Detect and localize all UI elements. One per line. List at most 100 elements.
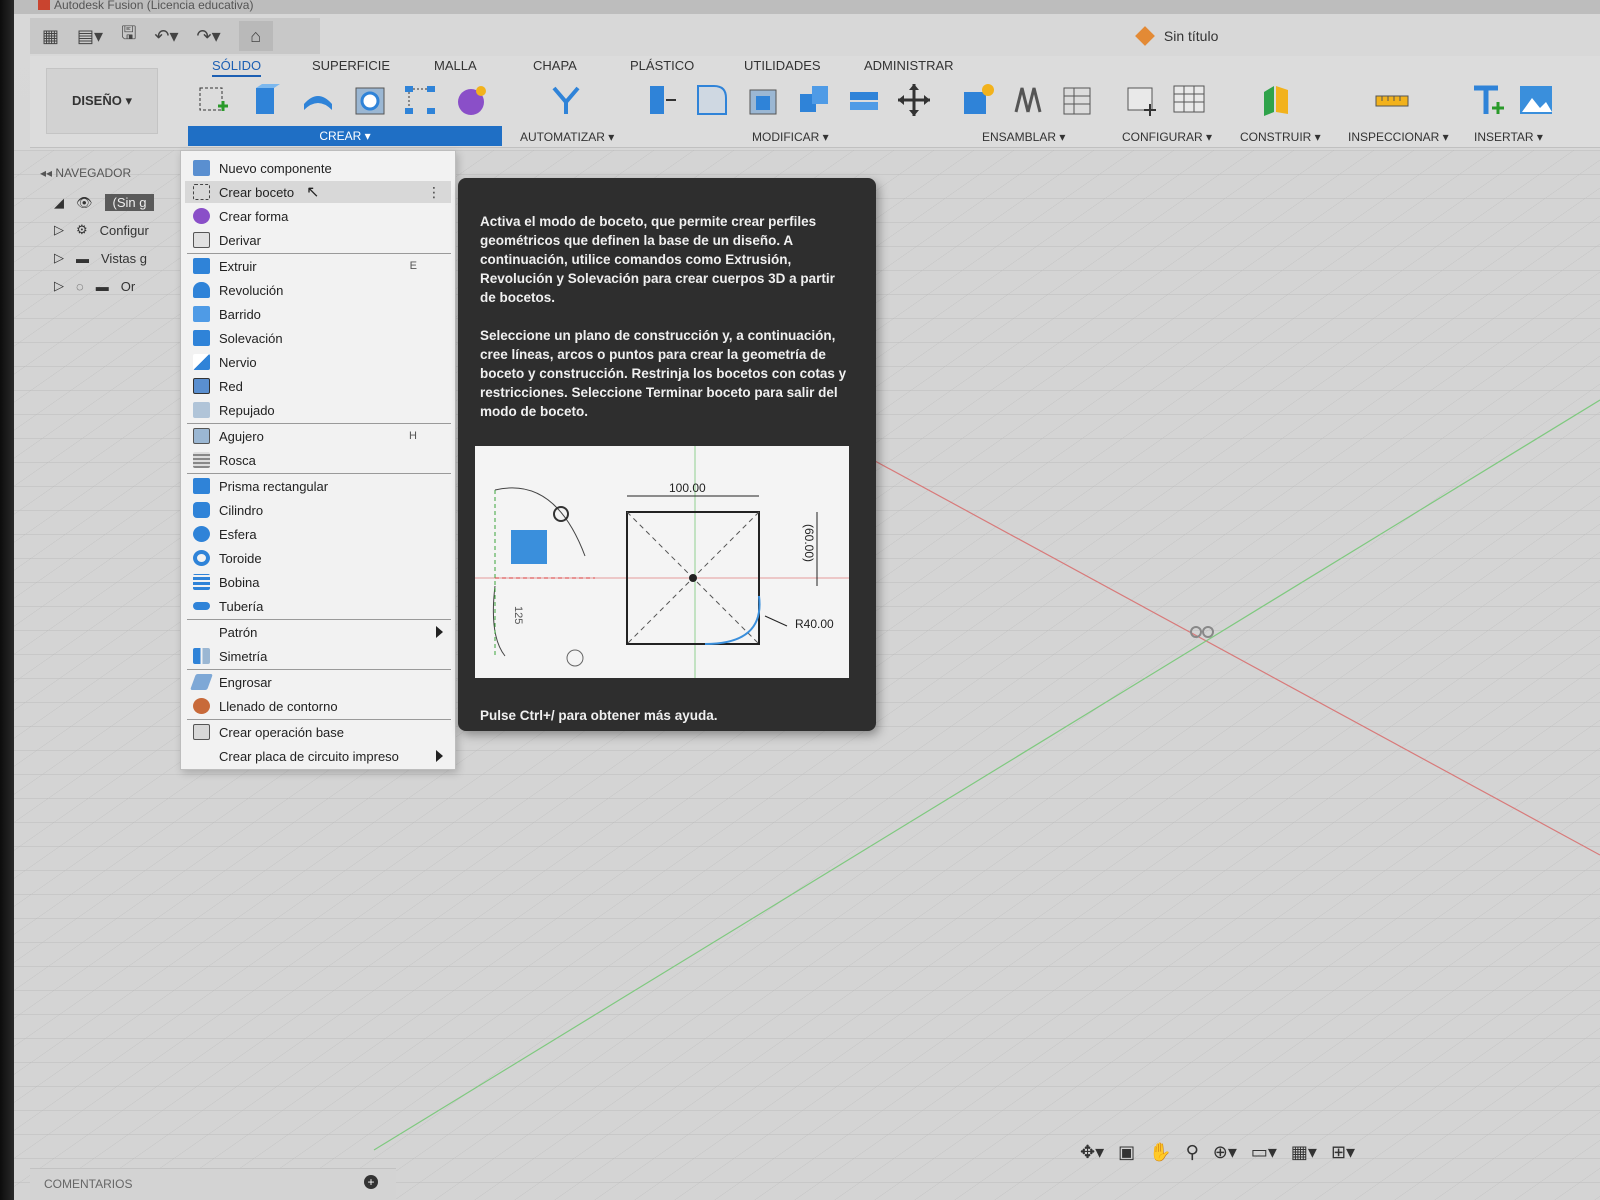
look-at-icon[interactable]: ▣ <box>1118 1142 1135 1163</box>
hidden-eye-icon[interactable]: ◌ <box>76 279 84 294</box>
collapse-icon[interactable]: ◂◂ <box>40 166 55 180</box>
tab-administrar[interactable]: ADMINISTRAR <box>864 58 954 73</box>
create-sketch-icon <box>193 184 210 200</box>
menu-item-esfera[interactable]: Esfera <box>185 523 451 545</box>
tab-plastico[interactable]: PLÁSTICO <box>630 58 694 73</box>
shell-icon[interactable] <box>746 82 782 118</box>
zoom-icon[interactable]: ⚲ <box>1186 1142 1199 1163</box>
construir-group-button[interactable]: CONSTRUIR ▾ <box>1240 130 1321 144</box>
display-settings-icon[interactable]: ▭▾ <box>1251 1142 1277 1163</box>
measure-icon[interactable] <box>1374 82 1410 118</box>
extrude-icon[interactable] <box>248 82 284 118</box>
automatizar-group-button[interactable]: AUTOMATIZAR ▾ <box>520 130 614 144</box>
tab-chapa[interactable]: CHAPA <box>533 58 577 73</box>
viewports-icon[interactable]: ⊞▾ <box>1331 1142 1355 1163</box>
ensamblar-group-button[interactable]: ENSAMBLAR ▾ <box>982 130 1065 144</box>
insert-derive-icon[interactable] <box>1470 82 1506 118</box>
automate-icon[interactable] <box>548 82 584 118</box>
menu-item-llenado-de-contorno[interactable]: Llenado de contorno <box>185 695 451 717</box>
menu-item-crear-boceto[interactable]: Crear boceto ↖ ⋮ <box>185 181 451 203</box>
browser-row-origen[interactable]: ▷ ◌ ▬ Or <box>54 278 135 294</box>
menu-item-toroide[interactable]: Toroide <box>185 547 451 569</box>
tab-utilidades[interactable]: UTILIDADES <box>744 58 821 73</box>
offset-face-icon[interactable] <box>846 82 882 118</box>
navigator-header[interactable]: ◂◂ NAVEGADOR <box>34 160 194 180</box>
pattern-icon[interactable] <box>402 82 438 118</box>
menu-item-derivar[interactable]: Derivar <box>185 229 451 251</box>
menu-item-nervio[interactable]: Nervio <box>185 351 451 373</box>
create-sketch-icon[interactable] <box>196 82 232 118</box>
expand-arrow-icon[interactable]: ▷ <box>54 278 64 294</box>
workspace-selector[interactable]: DISEÑO ▾ <box>46 68 158 134</box>
menu-item-agujero[interactable]: Agujero H <box>185 425 451 447</box>
browser-root-row[interactable]: ◢ 👁 (Sin g <box>54 194 155 211</box>
new-component-icon[interactable] <box>960 82 996 118</box>
menu-item-crear-operacion-base[interactable]: Crear operación base <box>185 721 451 743</box>
grid-settings-icon[interactable]: ▦▾ <box>1291 1142 1317 1163</box>
menu-item-barrido[interactable]: Barrido <box>185 303 451 325</box>
menu-item-cilindro[interactable]: Cilindro <box>185 499 451 521</box>
hole-icon[interactable] <box>352 82 388 118</box>
config-table-icon[interactable] <box>1172 82 1208 118</box>
insertar-group-button[interactable]: INSERTAR ▾ <box>1474 130 1543 144</box>
inspeccionar-group-button[interactable]: INSPECCIONAR ▾ <box>1348 130 1449 144</box>
visibility-eye-icon[interactable]: 👁 <box>76 195 93 211</box>
expand-triangle-icon[interactable]: ◢ <box>54 195 64 211</box>
menu-item-prisma-rectangular[interactable]: Prisma rectangular <box>185 475 451 497</box>
menu-item-nuevo-componente[interactable]: Nuevo componente <box>185 157 451 179</box>
grid-menu-icon[interactable]: ▦ <box>42 26 59 47</box>
file-menu-icon[interactable]: ▤▾ <box>77 26 103 47</box>
fillet-icon[interactable] <box>694 82 730 118</box>
revolve-icon[interactable] <box>300 82 336 118</box>
insert-image-icon[interactable] <box>1518 82 1554 118</box>
create-form-icon[interactable] <box>454 82 490 118</box>
expand-arrow-icon[interactable]: ▷ <box>54 222 64 238</box>
joint-icon[interactable] <box>1010 82 1046 118</box>
menu-item-tuberia[interactable]: Tubería <box>185 595 451 617</box>
folder-icon: ▬ <box>95 278 109 294</box>
menu-separator <box>187 253 451 254</box>
tab-superficie[interactable]: SUPERFICIE <box>312 58 390 73</box>
home-icon[interactable]: ⌂ <box>238 21 273 51</box>
menu-item-label: Repujado <box>219 402 275 418</box>
browser-row-configuraciones[interactable]: ▷ ⚙ Configur <box>54 222 149 238</box>
save-icon[interactable]: 🖫 <box>121 21 136 51</box>
menu-item-solevacion[interactable]: Solevación <box>185 327 451 349</box>
redo-icon[interactable]: ↷▾ <box>197 26 221 47</box>
crear-boceto-tooltip: Activa el modo de boceto, que permite cr… <box>458 178 876 731</box>
menu-item-engrosar[interactable]: Engrosar <box>185 671 451 693</box>
move-icon[interactable] <box>896 82 932 118</box>
menu-item-simetria[interactable]: Simetría <box>185 645 451 667</box>
menu-item-extruir[interactable]: Extruir E <box>185 255 451 277</box>
boundary-fill-icon <box>193 698 210 714</box>
expand-arrow-icon[interactable]: ▷ <box>54 250 64 266</box>
tab-malla[interactable]: MALLA <box>434 58 477 73</box>
combine-icon[interactable] <box>796 82 832 118</box>
menu-item-crear-forma[interactable]: Crear forma <box>185 205 451 227</box>
modificar-group-button[interactable]: MODIFICAR ▾ <box>752 130 829 144</box>
tab-solido[interactable]: SÓLIDO <box>212 58 262 77</box>
derive-icon <box>193 232 210 248</box>
fit-icon[interactable]: ⊕▾ <box>1213 1142 1237 1163</box>
press-pull-icon[interactable] <box>644 82 680 118</box>
document-tab[interactable]: Sin título <box>1135 26 1218 46</box>
pan-icon[interactable]: ✋ <box>1149 1142 1171 1163</box>
menu-item-crear-placa-circuito-impreso[interactable]: Crear placa de circuito impreso <box>185 745 451 767</box>
add-comment-icon[interactable]: + <box>364 1175 378 1189</box>
configure-icon[interactable] <box>1124 82 1160 118</box>
orbit-icon[interactable]: ✥▾ <box>1080 1142 1104 1163</box>
configurar-group-button[interactable]: CONFIGURAR ▾ <box>1122 130 1212 144</box>
menu-item-patron[interactable]: Patrón <box>185 621 451 643</box>
more-options-icon[interactable]: ⋮ <box>427 184 441 201</box>
as-built-joint-icon[interactable] <box>1060 82 1096 118</box>
menu-item-bobina[interactable]: Bobina <box>185 571 451 593</box>
browser-row-vistas[interactable]: ▷ ▬ Vistas g <box>54 250 147 266</box>
menu-item-revolucion[interactable]: Revolución <box>185 279 451 301</box>
menu-item-rosca[interactable]: Rosca <box>185 449 451 471</box>
menu-item-label: Crear forma <box>219 208 289 224</box>
crear-group-button[interactable]: CREAR ▾ <box>188 126 502 146</box>
construct-plane-icon[interactable] <box>1258 82 1294 118</box>
undo-icon[interactable]: ↶▾ <box>154 26 178 47</box>
menu-item-repujado[interactable]: Repujado <box>185 399 451 421</box>
menu-item-red[interactable]: Red <box>185 375 451 397</box>
